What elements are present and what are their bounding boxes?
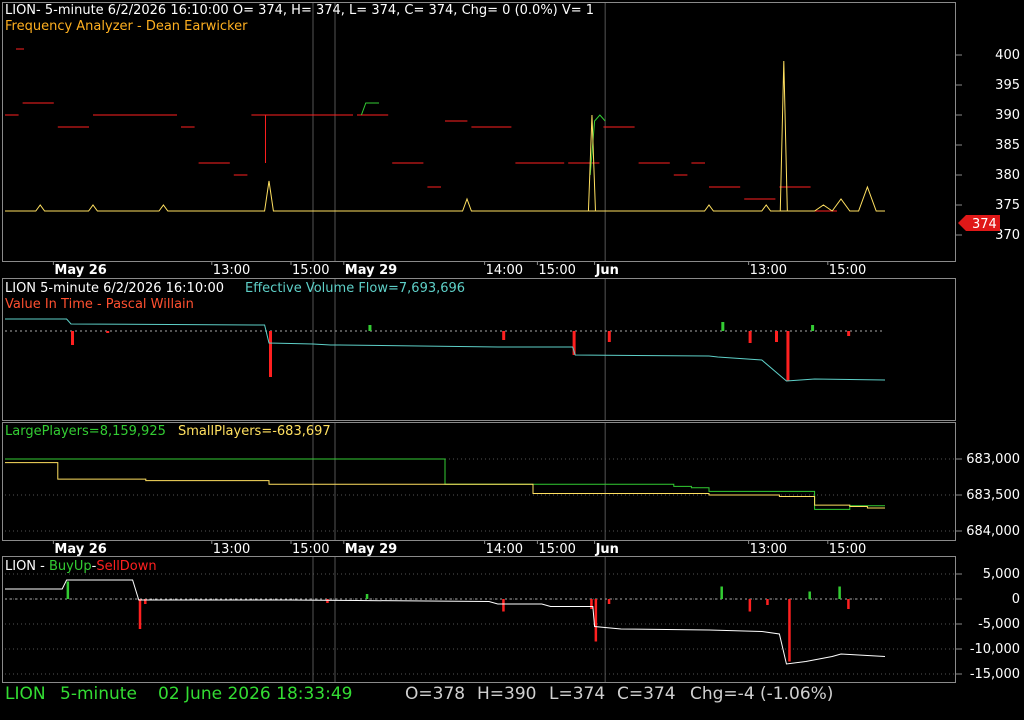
status-close: C=374 bbox=[617, 684, 676, 704]
status-high: H=390 bbox=[477, 684, 537, 704]
buyup-red-bar bbox=[607, 599, 611, 604]
time-tick-label: 14:00 bbox=[486, 263, 523, 278]
time-tick-label: May 29 bbox=[345, 542, 397, 557]
panel1-ytick-label: 390 bbox=[995, 108, 1020, 123]
panel4-ytick-label: 5,000 bbox=[983, 567, 1020, 582]
panel4-prefix: LION - bbox=[5, 559, 49, 574]
last-price-tag: 374 bbox=[958, 215, 1000, 232]
vit-red-bar bbox=[607, 331, 611, 342]
buyup-green-bar bbox=[808, 591, 811, 599]
time-tick-label: May 29 bbox=[345, 263, 397, 278]
time-tick-label: 15:00 bbox=[829, 542, 866, 557]
panel3-small: SmallPlayers=-683,697 bbox=[178, 424, 331, 439]
panel4-header: LION - BuyUp-SellDown bbox=[5, 559, 157, 574]
panel-frames bbox=[2, 2, 956, 683]
buyup-red-bar bbox=[594, 599, 598, 642]
evf-line bbox=[5, 318, 886, 382]
panel3-ytick-label: 683,500 bbox=[966, 488, 1020, 503]
panel1-indicator: Frequency Analyzer - Dean Earwicker bbox=[5, 19, 248, 34]
status-bar: LION 5-minute 02 June 2026 18:33:49 O=37… bbox=[0, 684, 1024, 708]
time-tick-label: May 26 bbox=[54, 542, 106, 557]
price-green-segment bbox=[360, 102, 379, 116]
status-change: Chg=-4 (-1.06%) bbox=[690, 684, 834, 704]
axis-layer: 400395390385380375370May 26 13:00 15:00 May… bbox=[52, 48, 1020, 682]
panel4-ytick-label: -5,000 bbox=[978, 617, 1020, 632]
panel3-large: LargePlayers=8,159,925 bbox=[5, 424, 166, 439]
panel4-ytick-label: -15,000 bbox=[970, 667, 1020, 682]
price-line bbox=[5, 180, 885, 212]
panel1-ytick-label: 385 bbox=[995, 138, 1020, 153]
status-symbol: LION bbox=[5, 684, 46, 704]
vit-red-bar bbox=[106, 331, 110, 333]
buyup-green-bar bbox=[365, 594, 369, 599]
time-tick-label: 15:00 bbox=[292, 263, 329, 278]
buyup-red-bar bbox=[138, 599, 142, 629]
status-low: L=374 bbox=[549, 684, 606, 704]
panel1-ytick-label: 400 bbox=[995, 48, 1020, 63]
panel1-ytick-label: 375 bbox=[995, 198, 1020, 213]
buyup-red-bar bbox=[847, 599, 850, 609]
vit-green-bar bbox=[811, 325, 815, 331]
vit-red-bar bbox=[71, 331, 74, 345]
vit-red-bar bbox=[269, 331, 272, 377]
vit-green-bar bbox=[721, 322, 725, 331]
vit-red-bar bbox=[847, 331, 851, 336]
time-tick-label: 15:00 bbox=[292, 542, 329, 557]
buyup-green-bar bbox=[838, 586, 841, 599]
panel1-header: LION- 5-minute 6/2/2026 16:10:00 O= 374,… bbox=[5, 3, 594, 18]
panel-players-frame bbox=[2, 422, 956, 541]
vit-red-bar bbox=[786, 331, 790, 381]
price-spike bbox=[779, 60, 788, 212]
vit-red-bar bbox=[502, 331, 506, 340]
status-open: O=378 bbox=[405, 684, 466, 704]
time-tick-label: 13:00 bbox=[750, 263, 787, 278]
time-tick-label: 13:00 bbox=[213, 263, 250, 278]
time-tick-label: Jun bbox=[595, 542, 619, 557]
panel4-ytick-label: -10,000 bbox=[970, 642, 1020, 657]
chart-canvas: 400395390385380375370May 26 13:00 15:00 May… bbox=[2, 2, 1020, 683]
panel-buyup-frame bbox=[2, 556, 956, 683]
panel-price-frame bbox=[2, 2, 956, 262]
buyup-red-bar bbox=[326, 599, 329, 603]
grid-lines bbox=[5, 3, 955, 682]
buyup-red-bar bbox=[748, 599, 752, 612]
panel4-sell: SellDown bbox=[96, 559, 156, 574]
time-tick-label: 14:00 bbox=[486, 542, 523, 557]
status-datetime: 02 June 2026 18:33:49 bbox=[158, 684, 353, 704]
vit-red-bar bbox=[748, 331, 752, 343]
buyup-green-bar bbox=[720, 586, 723, 599]
time-tick-label: May 26 bbox=[54, 263, 106, 278]
panel2-indicator: Value In Time - Pascal Willain bbox=[5, 297, 194, 312]
buyup-red-bar bbox=[788, 599, 791, 662]
buyup-line bbox=[5, 579, 886, 665]
vit-red-bar bbox=[775, 331, 778, 342]
panel4-ytick-label: 0 bbox=[1012, 592, 1020, 607]
vit-green-bar bbox=[368, 325, 372, 331]
panel3-ytick-label: 684,000 bbox=[966, 524, 1020, 539]
time-tick-label: 15:00 bbox=[829, 263, 866, 278]
panel1-ytick-label: 380 bbox=[995, 168, 1020, 183]
time-tick-label: 15:00 bbox=[538, 263, 575, 278]
time-tick-label: 13:00 bbox=[213, 542, 250, 557]
buyup-red-bar bbox=[590, 599, 593, 609]
time-tick-label: Jun bbox=[595, 263, 619, 278]
time-tick-label: 13:00 bbox=[750, 542, 787, 557]
panel2-header: LION 5-minute 6/2/2026 16:10:00 bbox=[5, 281, 224, 296]
panel3-ytick-label: 683,000 bbox=[966, 452, 1020, 467]
last-price-value: 374 bbox=[972, 217, 997, 232]
buyup-red-bar bbox=[766, 599, 769, 605]
panel2-evf: Effective Volume Flow=7,693,696 bbox=[245, 281, 465, 296]
status-interval: 5-minute bbox=[60, 684, 137, 704]
panel1-ytick-label: 395 bbox=[995, 78, 1020, 93]
time-tick-label: 15:00 bbox=[538, 542, 575, 557]
buyup-green-bar bbox=[66, 581, 70, 599]
panel4-buy: BuyUp bbox=[49, 559, 92, 574]
buyup-red-bar bbox=[502, 599, 505, 612]
